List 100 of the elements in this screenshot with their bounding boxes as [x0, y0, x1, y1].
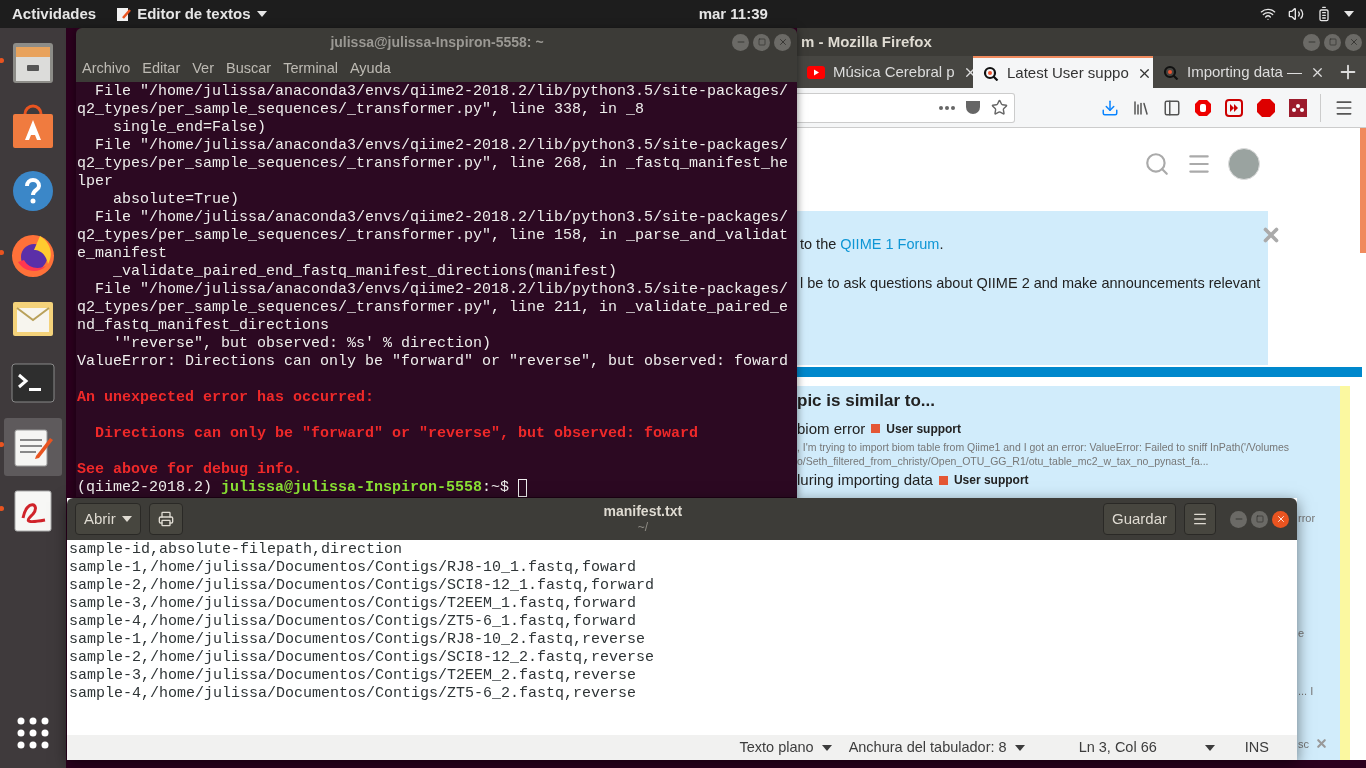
- app-menu[interactable]: Editor de textos: [116, 2, 267, 26]
- tab-width-dropdown[interactable]: Anchura del tabulador: 8: [848, 736, 1025, 759]
- banner-text: l be to ask questions about QIIME 2 and make announcements relevant: [800, 273, 1261, 293]
- close-icon: [1348, 37, 1359, 47]
- terminal-line: single_end=False): [112, 119, 268, 137]
- close-icon: [777, 37, 788, 47]
- terminal-icon: [11, 363, 55, 403]
- new-document-button[interactable]: [148, 503, 183, 535]
- category-label[interactable]: User support: [886, 419, 962, 438]
- text-line: sample-4,/home/julissa/Documentos/Contigs/ZT5-6_1.fastq,forward: [69, 613, 638, 631]
- close-button[interactable]: [1272, 510, 1289, 528]
- document-title: manifest.txt: [603, 503, 683, 519]
- dock-item[interactable]: [4, 418, 62, 476]
- terminal-line: _validate_paired_end_fastq_manifest_directions(manifest): [112, 263, 619, 281]
- terminal-line: q2_types/per_sample_sequences/_transformer.py", line 211, in _validate_paired_e: [77, 299, 790, 317]
- error-line: An unexpected error has occurred:: [77, 389, 376, 407]
- window-title: julissa@julissa-Inspiron-5558: ~: [329, 32, 545, 52]
- wifi-icon[interactable]: [1260, 6, 1276, 22]
- battery-icon[interactable]: [1316, 6, 1332, 22]
- terminal-line: File "/home/julissa/anaconda3/envs/qiime2-2018.2/lib/python3.5/site-packages/: [94, 83, 790, 101]
- terminal-line: q2_types/per_sample_sequences/_transformer.py", line 338, in _8: [77, 101, 646, 119]
- document-path: ~/: [637, 519, 648, 535]
- text-line: sample-3,/home/julissa/Documentos/Contigs/T2EEM_1.fastq,forward: [69, 595, 638, 613]
- caret-icon: [1204, 744, 1215, 751]
- clock[interactable]: mar 11:39: [698, 2, 768, 26]
- save-button[interactable]: Guardar: [1102, 503, 1176, 535]
- topic-excerpt: e: [1298, 625, 1305, 641]
- menu-item[interactable]: Archivo: [82, 58, 131, 80]
- topic-excerpt: rror: [1298, 511, 1316, 526]
- pocket-icon[interactable]: [965, 100, 981, 115]
- text-line: sample-1,/home/julissa/Documentos/Contigs/RJ8-10_2.fastq,reverse: [69, 631, 647, 649]
- library-icon[interactable]: [1132, 98, 1150, 117]
- caret-icon: [821, 744, 832, 751]
- browser-tab[interactable]: Latest User suppo: [973, 56, 1153, 88]
- menu-icon: [1192, 511, 1208, 527]
- topic-link[interactable]: luring importing data: [797, 469, 933, 492]
- document-icon: [13, 490, 53, 532]
- terminal-line: absolute=True): [112, 191, 241, 209]
- terminal-line: File "/home/julissa/anaconda3/envs/qiime2-2018.2/lib/python3.5/site-packages/: [94, 281, 790, 299]
- cursor-position-dropdown[interactable]: Ln 3, Col 66: [1078, 736, 1215, 759]
- volume-icon[interactable]: [1288, 6, 1304, 22]
- open-button[interactable]: Abrir: [75, 503, 141, 535]
- category-label[interactable]: User support: [953, 471, 1029, 490]
- maximize-icon: [757, 38, 766, 46]
- terminal-line: q2_types/per_sample_sequences/_transformer.py", line 268, in _fastq_manifest_he: [77, 155, 790, 173]
- play-icon: [807, 65, 825, 79]
- topic-excerpt: sc: [1298, 736, 1309, 752]
- dots-icon[interactable]: [1289, 98, 1307, 117]
- caret-icon: [256, 11, 267, 17]
- magnifier-icon: [983, 65, 999, 81]
- topic-excerpt: , I'm trying to import biom table from Qiime1 and I got an error: ValueError: Failed to sniff InPath('/Volumes: [797, 440, 1291, 454]
- menu-item[interactable]: Buscar: [226, 58, 272, 80]
- terminal-line: ValueError: Directions can only be "forward" or "reverse", but observed: foward: [77, 353, 790, 371]
- banner-text: to the QIIME 1 Forum.: [800, 235, 945, 254]
- shopping-bag-icon: [11, 104, 55, 150]
- text-line: sample-2,/home/julissa/Documentos/Contigs/SCI8-12_2.fastq,reverse: [69, 649, 656, 667]
- terminal-line: File "/home/julissa/anaconda3/envs/qiime2-2018.2/lib/python3.5/site-packages/: [94, 137, 790, 155]
- menu-item[interactable]: Editar: [142, 58, 181, 80]
- browser-tab[interactable]: Importing data —: [1153, 56, 1329, 88]
- browser-tab[interactable]: Música Cerebral p: [797, 56, 973, 88]
- avatar[interactable]: [1228, 148, 1260, 180]
- prompt-env: (qiime2-2018.2): [77, 479, 214, 497]
- topic-excerpt: ... I: [1298, 684, 1314, 699]
- scrollbar-thumb[interactable]: [1360, 128, 1366, 253]
- download-icon[interactable]: [1101, 98, 1119, 117]
- text-line: sample-id,absolute-filepath,direction: [69, 541, 404, 559]
- maximize-icon: [1328, 38, 1337, 46]
- menu-item[interactable]: Ver: [192, 58, 214, 80]
- terminal-line: nd_fastq_manifest_directions: [77, 317, 331, 335]
- topic-link[interactable]: biom error: [797, 417, 866, 440]
- menu-button[interactable]: [1184, 503, 1216, 535]
- address-field[interactable]: [797, 92, 1015, 123]
- terminal-line: '"reverse", but observed: %s' % direction): [112, 335, 493, 353]
- fast-forward-icon[interactable]: [1225, 98, 1243, 117]
- help-icon: [12, 170, 54, 212]
- topic-excerpt: o/Seth_filtered_from_christy/Open_OTU_GG_R1/otu_table_mc2_w_tax_no_pynast_fa...: [797, 454, 1210, 468]
- text-line: sample-3,/home/julissa/Documentos/Contigs/T2EEM_2.fastq,reverse: [69, 667, 638, 685]
- caret-icon: [121, 516, 132, 522]
- notepad-pencil-icon: [116, 6, 132, 22]
- terminal-line: q2_types/per_sample_sequences/_transformer.py", line 158, in _parse_and_validat: [77, 227, 790, 245]
- caret-icon: [1014, 744, 1025, 751]
- error-line: See above for debug info.: [77, 461, 304, 479]
- menu-item[interactable]: Ayuda: [349, 58, 391, 80]
- menu-item[interactable]: Terminal: [283, 58, 338, 80]
- printer-icon: [157, 511, 174, 527]
- star-icon[interactable]: [991, 99, 1008, 116]
- insert-mode: INS: [1244, 737, 1269, 757]
- terminal-line: lper: [77, 173, 114, 191]
- error-line: Directions can only be "forward" or "reverse", but observed: foward: [94, 425, 700, 443]
- magnifier-icon: [1163, 64, 1179, 80]
- sidebar-icon[interactable]: [1163, 98, 1181, 117]
- window-title: m - Mozilla Firefox: [801, 31, 933, 52]
- prompt-user: julissa@julissa-Inspiron-5558: [221, 479, 483, 497]
- language-dropdown[interactable]: Texto plano: [739, 736, 832, 759]
- activities-button[interactable]: Actividades: [12, 2, 97, 26]
- text-line: sample-1,/home/julissa/Documentos/Contigs/RJ8-10_1.fastq,foward: [69, 559, 638, 577]
- more-icon[interactable]: [939, 105, 955, 110]
- maximize-icon: [1255, 515, 1264, 523]
- stop-sign-icon[interactable]: [1256, 97, 1276, 118]
- text-line: sample-2,/home/julissa/Documentos/Contigs/SCI8-12_1.fastq,forward: [69, 577, 656, 595]
